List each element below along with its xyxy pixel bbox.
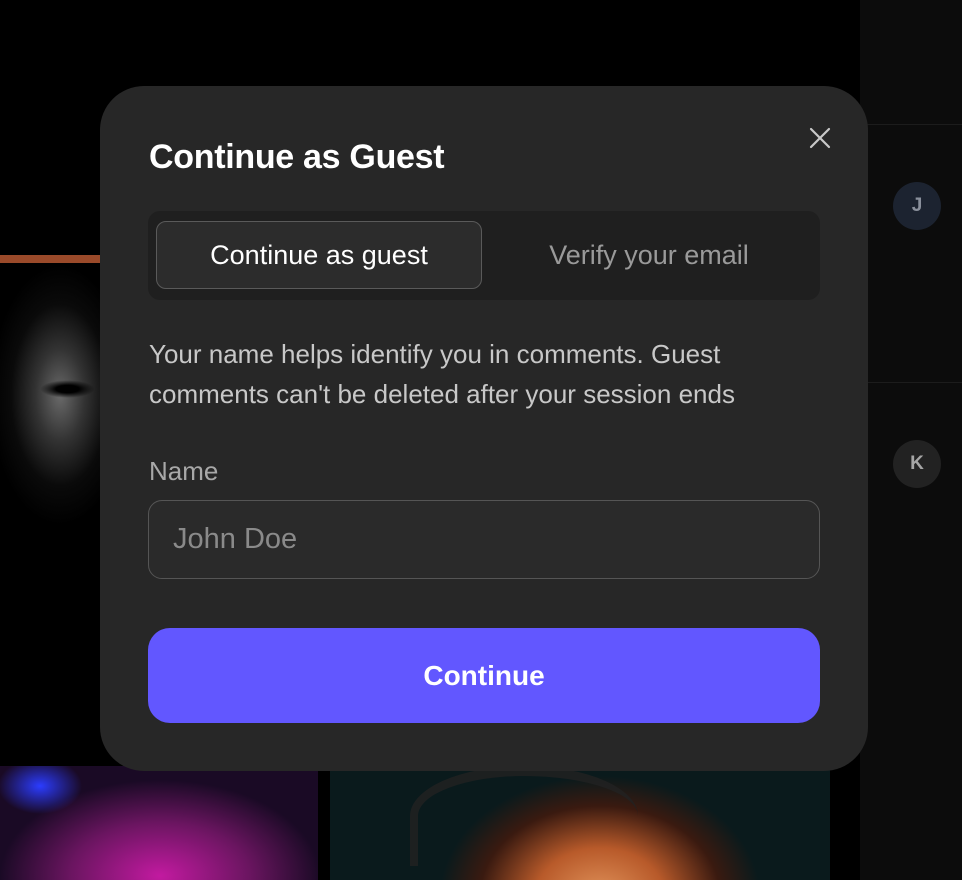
name-label: Name bbox=[149, 456, 219, 486]
tab-continue-as-guest[interactable]: Continue as guest bbox=[156, 221, 482, 289]
name-input[interactable] bbox=[148, 500, 820, 579]
close-button[interactable] bbox=[800, 118, 840, 158]
background-photo-man bbox=[0, 255, 100, 765]
guest-modal: Continue as Guest Continue as guest Veri… bbox=[100, 86, 868, 771]
panel-divider bbox=[860, 382, 962, 383]
avatar-initial: K bbox=[910, 453, 924, 474]
tab-verify-email[interactable]: Verify your email bbox=[486, 221, 812, 289]
modal-title: Continue as Guest bbox=[149, 138, 445, 176]
comments-side-panel: J K bbox=[860, 0, 962, 880]
avatar[interactable]: K bbox=[893, 440, 941, 488]
panel-divider bbox=[860, 124, 962, 125]
avatar[interactable]: J bbox=[893, 182, 941, 230]
avatar-initial: J bbox=[911, 195, 923, 216]
guest-description: Your name helps identify you in comments… bbox=[149, 339, 735, 409]
mode-tabs: Continue as guest Verify your email bbox=[148, 211, 820, 300]
background-photo-neon bbox=[0, 766, 318, 880]
background-photo-woman bbox=[330, 766, 830, 880]
continue-button[interactable]: Continue bbox=[148, 628, 820, 723]
close-icon bbox=[809, 127, 831, 149]
